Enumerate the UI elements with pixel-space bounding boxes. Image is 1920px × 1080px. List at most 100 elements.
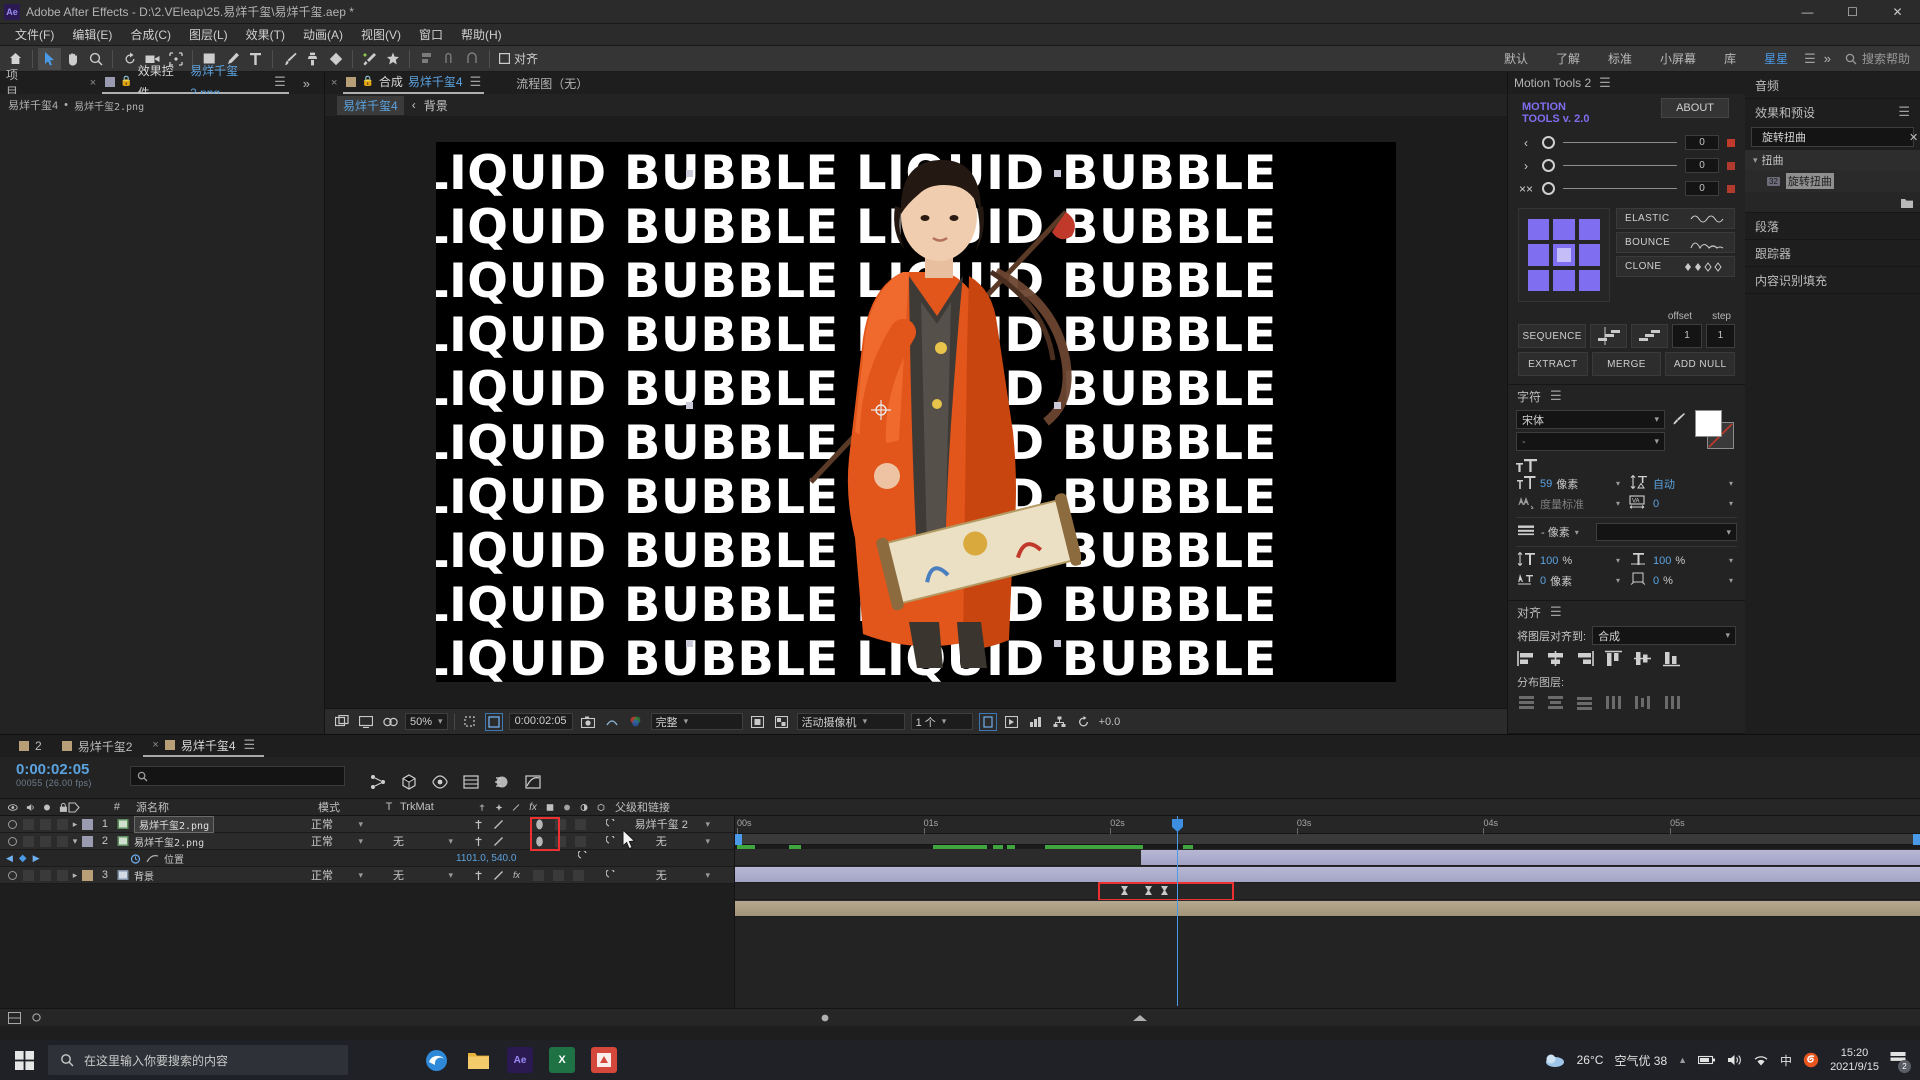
layer-name[interactable]: 背景 xyxy=(134,868,154,883)
step-input[interactable]: 1 xyxy=(1705,324,1735,348)
layer-name[interactable]: 易烊千玺2.png xyxy=(134,815,215,833)
shy-cell-icon[interactable] xyxy=(473,819,484,830)
layer-bar-row-1[interactable] xyxy=(735,849,1920,866)
taskbar-app-file-explorer[interactable] xyxy=(465,1047,491,1073)
current-time-field[interactable]: 0:00:02:05 xyxy=(508,713,573,730)
region-of-interest-icon[interactable] xyxy=(749,713,767,731)
resolution-select[interactable]: 完整 ▾ xyxy=(650,713,743,730)
weather-air-quality[interactable]: 空气优 38 xyxy=(1614,1052,1667,1069)
hand-tool-icon[interactable] xyxy=(61,48,84,70)
taskbar-app-edge[interactable] xyxy=(423,1047,449,1073)
anchor-cell-bc[interactable] xyxy=(1553,269,1575,291)
puppet-tool-icon[interactable] xyxy=(381,48,404,70)
lock-toggle[interactable] xyxy=(57,835,68,847)
hide-shy-layers-icon[interactable] xyxy=(431,773,449,791)
layer-color-swatch[interactable] xyxy=(82,818,93,830)
frame-blend-cell[interactable] xyxy=(553,869,564,881)
comp-marker-icon[interactable] xyxy=(1132,1014,1148,1022)
collapse-arrow-icon[interactable]: ▾ xyxy=(68,836,82,847)
align-top-button[interactable] xyxy=(1604,650,1623,667)
menu-animation[interactable]: 动画(A) xyxy=(294,24,352,45)
timeline-search-input[interactable] xyxy=(130,766,345,786)
clone-stamp-tool-icon[interactable] xyxy=(301,48,324,70)
effects-panel-title[interactable]: 效果和预设 xyxy=(1755,104,1815,121)
battery-icon[interactable] xyxy=(1698,1054,1716,1066)
quality-cell-icon[interactable] xyxy=(493,870,504,881)
clone-button[interactable]: CLONE xyxy=(1616,256,1735,277)
panel-menu-icon[interactable]: ☰ xyxy=(244,737,256,753)
draft-3d-icon[interactable] xyxy=(400,773,418,791)
timeline-zoom-slider[interactable] xyxy=(54,1013,1912,1023)
slider-knob[interactable] xyxy=(1542,136,1555,149)
menu-composition[interactable]: 合成(C) xyxy=(121,24,180,45)
snapshot-icon[interactable] xyxy=(579,713,597,731)
horizontal-scale-field[interactable]: 100 % ▾ xyxy=(1629,552,1737,569)
eyedropper-icon[interactable] xyxy=(1672,412,1686,428)
new-folder-icon[interactable] xyxy=(1900,196,1914,209)
content-aware-fill-title[interactable]: 内容识别填充 xyxy=(1755,272,1827,289)
workspace-overflow-icon[interactable]: » xyxy=(1816,51,1839,66)
slider-value-in[interactable]: 0 xyxy=(1685,135,1719,150)
chevron-down-icon[interactable]: ▾ xyxy=(1575,528,1591,537)
align-bottom-button[interactable] xyxy=(1662,650,1681,667)
align-center-vertical-button[interactable] xyxy=(1633,650,1652,667)
quality-cell-icon[interactable] xyxy=(493,819,504,830)
visibility-toggle[interactable] xyxy=(8,870,17,880)
sequence-button[interactable]: SEQUENCE xyxy=(1518,324,1587,348)
layer-bar[interactable] xyxy=(735,901,1920,916)
distribute-vertical-center-button[interactable] xyxy=(1546,694,1565,711)
menu-edit[interactable]: 编辑(E) xyxy=(63,24,121,45)
sogou-input-icon[interactable] xyxy=(1803,1052,1819,1068)
layer-color-swatch[interactable] xyxy=(82,835,93,847)
grid-guides-icon[interactable] xyxy=(461,713,479,731)
stopwatch-icon[interactable] xyxy=(130,853,141,864)
timecode-display[interactable]: 0:00:02:05 00055 (26.00 fps) xyxy=(0,757,120,798)
visibility-toggle[interactable] xyxy=(8,836,17,846)
distribute-bottom-button[interactable] xyxy=(1575,694,1594,711)
anchor-cell-br[interactable] xyxy=(1578,269,1600,291)
audio-panel-title[interactable]: 音频 xyxy=(1755,77,1779,94)
offset-input[interactable]: 1 xyxy=(1672,324,1702,348)
panel-menu-icon[interactable]: ☰ xyxy=(470,71,482,93)
volume-icon[interactable] xyxy=(1727,1053,1742,1067)
close-comp-tab-icon[interactable]: × xyxy=(331,77,337,89)
font-family-select[interactable]: 宋体 ▾ xyxy=(1516,410,1665,429)
composition-viewer[interactable]: LIQUID BUBBLE LIQUID BUBBLE LIQUID BUBBLE… xyxy=(325,116,1507,708)
start-button[interactable] xyxy=(0,1040,48,1080)
property-name[interactable]: 位置 xyxy=(164,851,184,866)
minimize-button[interactable]: — xyxy=(1785,0,1830,24)
shy-cell-icon[interactable] xyxy=(473,836,484,847)
zoom-out-slider-icon[interactable] xyxy=(818,1013,832,1023)
pickwhip-icon[interactable] xyxy=(578,849,589,862)
channels-icon[interactable] xyxy=(627,713,645,731)
workspace-menu-icon[interactable]: ☰ xyxy=(1804,51,1816,67)
menu-effect[interactable]: 效果(T) xyxy=(237,24,294,45)
effect-category-row[interactable]: ▾ 扭曲 xyxy=(1745,150,1920,170)
slider-track[interactable] xyxy=(1563,165,1677,166)
property-value[interactable]: 1101.0, 540.0 xyxy=(456,853,516,864)
taskbar-app-excel[interactable]: X xyxy=(549,1047,575,1073)
selection-handle[interactable] xyxy=(686,170,693,177)
align-panel-icon[interactable] xyxy=(415,48,438,70)
resolution-region-icon[interactable] xyxy=(484,712,503,731)
motion-blur-icon[interactable] xyxy=(493,773,511,791)
graph-editor-icon[interactable] xyxy=(524,773,542,791)
paragraph-panel-title[interactable]: 段落 xyxy=(1755,218,1779,235)
layer-color-swatch[interactable] xyxy=(82,869,93,881)
timeline-graph[interactable]: 00s 01s 02s 03s 04s 05s xyxy=(735,816,1920,1024)
effects-cell-icon[interactable]: fx xyxy=(513,870,524,880)
motion-blur-cell[interactable] xyxy=(533,869,544,881)
exposure-value[interactable]: +0.0 xyxy=(1099,716,1121,728)
elastic-button[interactable]: ELASTIC xyxy=(1616,208,1735,229)
chevron-down-icon[interactable]: ▾ xyxy=(1729,556,1737,565)
bounce-button[interactable]: BOUNCE xyxy=(1616,232,1735,253)
weather-cloud-icon[interactable] xyxy=(1544,1052,1566,1068)
visibility-toggle[interactable] xyxy=(8,819,17,829)
effect-list-item[interactable]: 32 旋转扭曲 xyxy=(1745,170,1920,192)
chevron-down-icon[interactable]: ▾ xyxy=(1616,576,1624,585)
pickwhip-icon[interactable] xyxy=(606,818,617,830)
effect-controls-body[interactable] xyxy=(0,116,324,734)
snapping-icon[interactable] xyxy=(438,48,461,70)
stroke-style-select[interactable]: ▾ xyxy=(1595,523,1737,541)
close-button[interactable]: ✕ xyxy=(1875,0,1920,24)
